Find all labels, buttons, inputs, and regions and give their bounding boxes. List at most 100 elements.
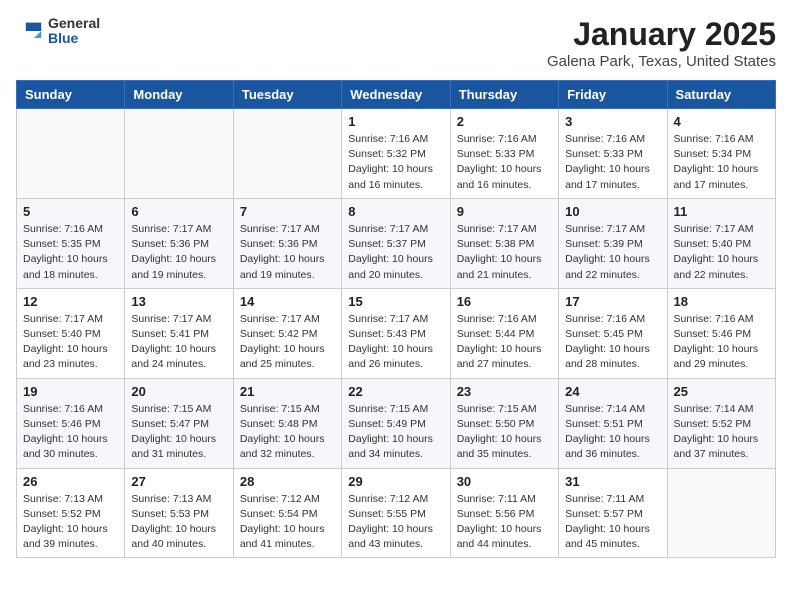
day-info: Sunrise: 7:13 AM Sunset: 5:52 PM Dayligh… [23, 492, 118, 553]
day-info: Sunrise: 7:16 AM Sunset: 5:44 PM Dayligh… [457, 312, 552, 373]
day-of-week-header: Monday [125, 81, 233, 109]
day-number: 10 [565, 204, 660, 219]
day-number: 5 [23, 204, 118, 219]
calendar-day-cell: 15Sunrise: 7:17 AM Sunset: 5:43 PM Dayli… [342, 288, 450, 378]
calendar-day-cell: 31 Sunrise: 7:11 AM Sunset: 5:57 PM Dayli… [559, 468, 667, 558]
calendar-day-cell: 25Sunrise: 7:14 AM Sunset: 5:52 PM Dayli… [667, 378, 775, 468]
day-of-week-header: Thursday [450, 81, 558, 109]
logo-blue-label: Blue [48, 31, 100, 46]
calendar-day-cell: 28 Sunrise: 7:12 AM Sunset: 5:54 PM Dayli… [233, 468, 341, 558]
calendar-day-cell: 1 Sunrise: 7:16 AM Sunset: 5:32 PM Daylig… [342, 109, 450, 199]
page-header: General Blue January 2025 Galena Park, T… [16, 16, 776, 70]
calendar-day-cell: 19 Sunrise: 7:16 AM Sunset: 5:46 PM Dayli… [17, 378, 125, 468]
day-info: Sunrise: 7:15 AM Sunset: 5:48 PM Dayligh… [240, 402, 335, 463]
day-info: Sunrise: 7:17 AM Sunset: 5:42 PM Dayligh… [240, 312, 335, 373]
day-number: 22 [348, 384, 443, 399]
calendar-day-cell: 2 Sunrise: 7:16 AM Sunset: 5:33 PM Daylig… [450, 109, 558, 199]
day-info: Sunrise: 7:16 AM Sunset: 5:33 PM Dayligh… [565, 132, 660, 193]
calendar-day-cell: 4 Sunrise: 7:16 AM Sunset: 5:34 PM Daylig… [667, 109, 775, 199]
day-info: Sunrise: 7:11 AM Sunset: 5:57 PM Dayligh… [565, 492, 660, 553]
day-info: Sunrise: 7:17 AM Sunset: 5:36 PM Dayligh… [240, 222, 335, 283]
calendar-week-row: 12 Sunrise: 7:17 AM Sunset: 5:40 PM Dayli… [17, 288, 776, 378]
calendar-week-row: 5Sunrise: 7:16 AM Sunset: 5:35 PM Daylig… [17, 198, 776, 288]
logo-text: General Blue [48, 16, 100, 47]
calendar-day-cell: 6 Sunrise: 7:17 AM Sunset: 5:36 PM Daylig… [125, 198, 233, 288]
logo-icon [16, 17, 44, 45]
calendar-header: SundayMondayTuesdayWednesdayThursdayFrid… [17, 81, 776, 109]
calendar-day-cell: 27Sunrise: 7:13 AM Sunset: 5:53 PM Dayli… [125, 468, 233, 558]
calendar-week-row: 1 Sunrise: 7:16 AM Sunset: 5:32 PM Daylig… [17, 109, 776, 199]
day-number: 8 [348, 204, 443, 219]
day-info: Sunrise: 7:15 AM Sunset: 5:47 PM Dayligh… [131, 402, 226, 463]
day-number: 16 [457, 294, 552, 309]
day-info: Sunrise: 7:17 AM Sunset: 5:36 PM Dayligh… [131, 222, 226, 283]
day-number: 12 [23, 294, 118, 309]
logo: General Blue [16, 16, 100, 47]
day-of-week-header: Wednesday [342, 81, 450, 109]
calendar-week-row: 19 Sunrise: 7:16 AM Sunset: 5:46 PM Dayli… [17, 378, 776, 468]
day-number: 24 [565, 384, 660, 399]
calendar-day-cell [125, 109, 233, 199]
day-of-week-header: Saturday [667, 81, 775, 109]
day-info: Sunrise: 7:17 AM Sunset: 5:38 PM Dayligh… [457, 222, 552, 283]
calendar-day-cell: 20 Sunrise: 7:15 AM Sunset: 5:47 PM Dayli… [125, 378, 233, 468]
calendar-day-cell: 29 Sunrise: 7:12 AM Sunset: 5:55 PM Dayli… [342, 468, 450, 558]
day-info: Sunrise: 7:16 AM Sunset: 5:34 PM Dayligh… [674, 132, 769, 193]
day-number: 6 [131, 204, 226, 219]
day-number: 28 [240, 474, 335, 489]
calendar-day-cell [667, 468, 775, 558]
calendar-day-cell: 18 Sunrise: 7:16 AM Sunset: 5:46 PM Dayli… [667, 288, 775, 378]
day-info: Sunrise: 7:14 AM Sunset: 5:52 PM Dayligh… [674, 402, 769, 463]
day-number: 21 [240, 384, 335, 399]
day-info: Sunrise: 7:16 AM Sunset: 5:33 PM Dayligh… [457, 132, 552, 193]
calendar-day-cell: 5Sunrise: 7:16 AM Sunset: 5:35 PM Daylig… [17, 198, 125, 288]
day-number: 14 [240, 294, 335, 309]
calendar-day-cell: 10 Sunrise: 7:17 AM Sunset: 5:39 PM Dayli… [559, 198, 667, 288]
calendar-day-cell: 24Sunrise: 7:14 AM Sunset: 5:51 PM Dayli… [559, 378, 667, 468]
calendar-title: January 2025 [547, 16, 776, 53]
day-number: 4 [674, 114, 769, 129]
day-number: 18 [674, 294, 769, 309]
calendar-day-cell: 30 Sunrise: 7:11 AM Sunset: 5:56 PM Dayli… [450, 468, 558, 558]
day-info: Sunrise: 7:16 AM Sunset: 5:46 PM Dayligh… [23, 402, 118, 463]
calendar-day-cell: 8 Sunrise: 7:17 AM Sunset: 5:37 PM Daylig… [342, 198, 450, 288]
calendar-day-cell: 16 Sunrise: 7:16 AM Sunset: 5:44 PM Dayli… [450, 288, 558, 378]
day-of-week-header: Friday [559, 81, 667, 109]
day-info: Sunrise: 7:16 AM Sunset: 5:32 PM Dayligh… [348, 132, 443, 193]
calendar-day-cell: 23Sunrise: 7:15 AM Sunset: 5:50 PM Dayli… [450, 378, 558, 468]
day-info: Sunrise: 7:16 AM Sunset: 5:46 PM Dayligh… [674, 312, 769, 373]
day-number: 1 [348, 114, 443, 129]
calendar-week-row: 26 Sunrise: 7:13 AM Sunset: 5:52 PM Dayli… [17, 468, 776, 558]
day-info: Sunrise: 7:17 AM Sunset: 5:37 PM Dayligh… [348, 222, 443, 283]
calendar-subtitle: Galena Park, Texas, United States [547, 53, 776, 70]
header-row: SundayMondayTuesdayWednesdayThursdayFrid… [17, 81, 776, 109]
day-number: 3 [565, 114, 660, 129]
day-number: 2 [457, 114, 552, 129]
day-number: 29 [348, 474, 443, 489]
day-info: Sunrise: 7:12 AM Sunset: 5:55 PM Dayligh… [348, 492, 443, 553]
day-info: Sunrise: 7:11 AM Sunset: 5:56 PM Dayligh… [457, 492, 552, 553]
day-number: 23 [457, 384, 552, 399]
day-info: Sunrise: 7:17 AM Sunset: 5:43 PM Dayligh… [348, 312, 443, 373]
day-number: 26 [23, 474, 118, 489]
day-number: 19 [23, 384, 118, 399]
calendar-day-cell: 17 Sunrise: 7:16 AM Sunset: 5:45 PM Dayli… [559, 288, 667, 378]
calendar-day-cell: 9Sunrise: 7:17 AM Sunset: 5:38 PM Daylig… [450, 198, 558, 288]
calendar-day-cell: 22 Sunrise: 7:15 AM Sunset: 5:49 PM Dayli… [342, 378, 450, 468]
day-info: Sunrise: 7:17 AM Sunset: 5:40 PM Dayligh… [23, 312, 118, 373]
day-number: 17 [565, 294, 660, 309]
calendar-day-cell: 13Sunrise: 7:17 AM Sunset: 5:41 PM Dayli… [125, 288, 233, 378]
day-info: Sunrise: 7:12 AM Sunset: 5:54 PM Dayligh… [240, 492, 335, 553]
day-number: 7 [240, 204, 335, 219]
calendar-day-cell: 14 Sunrise: 7:17 AM Sunset: 5:42 PM Dayli… [233, 288, 341, 378]
day-number: 27 [131, 474, 226, 489]
day-info: Sunrise: 7:15 AM Sunset: 5:49 PM Dayligh… [348, 402, 443, 463]
day-of-week-header: Sunday [17, 81, 125, 109]
day-of-week-header: Tuesday [233, 81, 341, 109]
day-info: Sunrise: 7:17 AM Sunset: 5:39 PM Dayligh… [565, 222, 660, 283]
day-number: 30 [457, 474, 552, 489]
day-number: 31 [565, 474, 660, 489]
day-info: Sunrise: 7:16 AM Sunset: 5:45 PM Dayligh… [565, 312, 660, 373]
day-number: 20 [131, 384, 226, 399]
day-number: 11 [674, 204, 769, 219]
